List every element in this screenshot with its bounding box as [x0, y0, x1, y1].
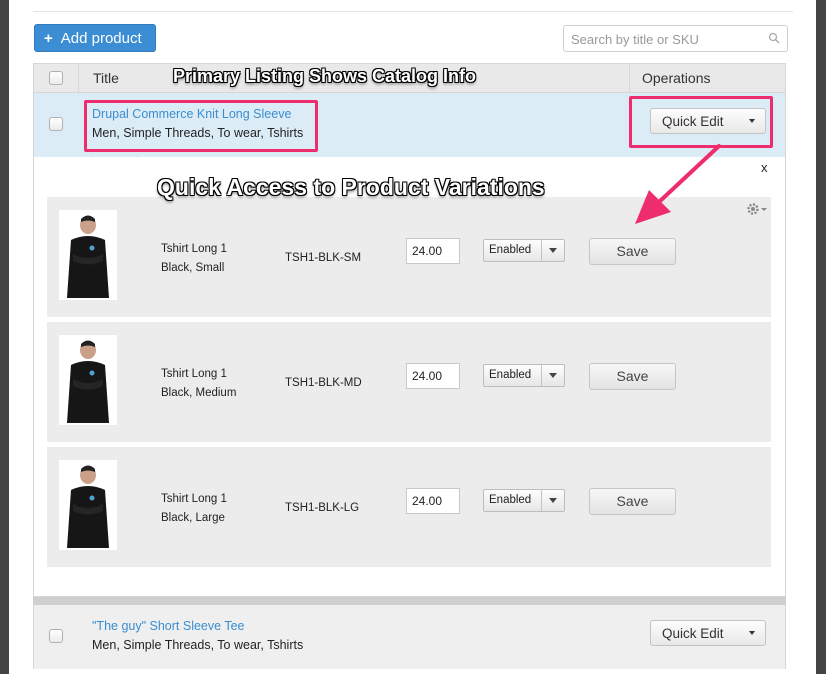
product-image — [59, 460, 117, 550]
product-title-link[interactable]: "The guy" Short Sleeve Tee — [92, 619, 244, 633]
annotation-primary-listing: Primary Listing Shows Catalog Info — [173, 66, 477, 86]
price-input[interactable] — [406, 363, 460, 389]
title-highlight-box — [84, 100, 318, 152]
status-select[interactable]: Enabled — [483, 239, 565, 262]
close-panel-button[interactable]: x — [761, 160, 768, 175]
status-value: Enabled — [489, 244, 532, 256]
status-value: Enabled — [489, 494, 532, 506]
save-button[interactable]: Save — [589, 238, 676, 265]
variation-row: Tshirt Long 1 Black, Medium TSH1-BLK-MD … — [47, 322, 771, 442]
left-edge — [0, 0, 9, 674]
variation-title: Tshirt Long 1 — [161, 493, 227, 505]
dropdown-arrow-icon — [541, 490, 564, 511]
annotation-quick-access: Quick Access to Product Variations — [157, 174, 545, 200]
search-box[interactable] — [563, 25, 788, 52]
price-input[interactable] — [406, 488, 460, 514]
annotation-arrow — [635, 144, 721, 224]
gear-icon[interactable] — [746, 202, 768, 216]
right-edge — [816, 0, 826, 674]
variation-attributes: Black, Small — [161, 262, 225, 274]
variation-row: Tshirt Long 1 Black, Large TSH1-BLK-LG E… — [47, 447, 771, 567]
add-product-button[interactable]: + Add product — [34, 24, 156, 52]
dropdown-arrow-icon — [541, 365, 564, 386]
variation-sku: TSH1-BLK-LG — [285, 502, 360, 514]
variation-name: Tshirt Long 1 Black, Large — [161, 490, 227, 528]
status-value: Enabled — [489, 369, 532, 381]
plus-icon: + — [44, 30, 53, 47]
variation-title: Tshirt Long 1 — [161, 243, 227, 255]
quick-edit-button[interactable]: Quick Edit — [650, 620, 766, 646]
magnifier-icon — [768, 32, 780, 44]
tshirt-model-image — [67, 340, 109, 423]
save-button[interactable]: Save — [589, 488, 676, 515]
save-button[interactable]: Save — [589, 363, 676, 390]
product-image — [59, 335, 117, 425]
product-categories: Men, Simple Threads, To wear, Tshirts — [92, 638, 304, 652]
column-title: Title — [93, 70, 119, 86]
variation-attributes: Black, Medium — [161, 387, 237, 399]
main-panel: +Add product Title Operations Drupal Com… — [9, 0, 816, 674]
status-select[interactable]: Enabled — [483, 489, 565, 512]
variation-name: Tshirt Long 1 Black, Medium — [161, 365, 236, 403]
column-operations-cell: Operations — [629, 64, 786, 92]
top-divider — [33, 11, 793, 12]
tshirt-model-image — [67, 465, 109, 548]
quick-edit-label: Quick Edit — [662, 626, 724, 641]
dropdown-arrow-icon — [541, 240, 564, 261]
column-operations: Operations — [642, 70, 711, 86]
variation-title: Tshirt Long 1 — [161, 368, 227, 380]
header-check-cell — [34, 64, 79, 92]
row-separator — [33, 597, 786, 605]
search-input[interactable] — [569, 26, 763, 52]
variation-name: Tshirt Long 1 Black, Small — [161, 240, 227, 278]
row-checkbox[interactable] — [49, 629, 63, 643]
price-input[interactable] — [406, 238, 460, 264]
row-checkbox[interactable] — [49, 117, 63, 131]
variation-attributes: Black, Large — [161, 512, 225, 524]
variation-sku: TSH1-BLK-MD — [285, 377, 362, 389]
caret-down-icon — [749, 631, 755, 635]
select-all-checkbox[interactable] — [49, 71, 63, 85]
status-select[interactable]: Enabled — [483, 364, 565, 387]
tshirt-model-image — [67, 215, 109, 298]
table-row: "The guy" Short Sleeve Tee Men, Simple T… — [33, 605, 786, 669]
variation-sku: TSH1-BLK-SM — [285, 252, 362, 264]
add-product-label: Add product — [60, 30, 142, 47]
product-image — [59, 210, 117, 300]
